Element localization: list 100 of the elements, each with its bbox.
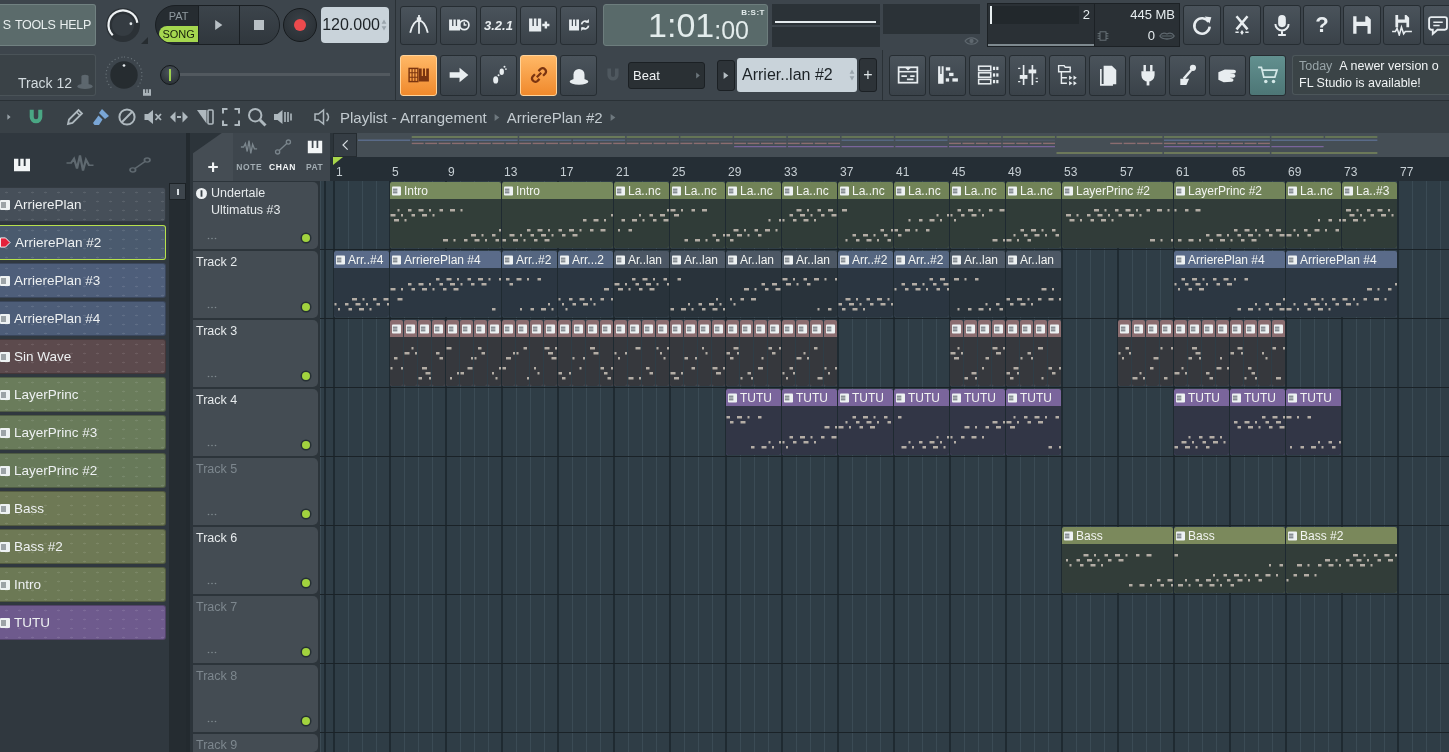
enable-dot-icon[interactable] xyxy=(300,715,312,727)
save-wave-button[interactable] xyxy=(1383,5,1421,45)
pattern-clip[interactable] xyxy=(824,320,837,386)
pattern-clip[interactable]: ArrierePlan #4 xyxy=(1286,251,1397,317)
dots-icon[interactable] xyxy=(207,650,217,654)
pattern-item[interactable]: LayerPrinc #3 xyxy=(0,415,166,450)
pattern-clip[interactable] xyxy=(712,320,725,386)
pattern-clip[interactable] xyxy=(418,320,431,386)
pattern-clip[interactable]: La..nc xyxy=(614,182,669,248)
pattern-clip[interactable] xyxy=(810,320,823,386)
menu-arrow-icon[interactable] xyxy=(5,111,13,123)
save-button[interactable] xyxy=(1343,5,1381,45)
pattern-item[interactable]: ArrierePlan #2 xyxy=(0,225,166,260)
pattern-clip[interactable]: La..nc xyxy=(670,182,725,248)
pattern-clip[interactable]: Bass xyxy=(1174,527,1285,593)
pattern-clip[interactable]: TUTU xyxy=(894,389,949,455)
pattern-clip[interactable] xyxy=(1258,320,1271,386)
mixer-button[interactable] xyxy=(1009,54,1046,96)
filter-button[interactable]: PAT xyxy=(302,138,327,178)
piano-keys-icon[interactable] xyxy=(12,156,32,174)
zoom-icon[interactable] xyxy=(247,107,267,127)
pencil-icon[interactable] xyxy=(65,107,85,127)
pattern-clip[interactable] xyxy=(796,320,809,386)
pattern-clip[interactable] xyxy=(670,320,683,386)
track-header[interactable]: Track 4 xyxy=(193,389,318,456)
pattern-clip[interactable] xyxy=(390,320,403,386)
pattern-clip[interactable]: TUTU xyxy=(1174,389,1229,455)
pattern-clip[interactable] xyxy=(754,320,767,386)
pattern-clip[interactable] xyxy=(698,320,711,386)
footprints-button[interactable] xyxy=(480,54,517,96)
menu-item[interactable]: S xyxy=(2,18,11,32)
pattern-clip[interactable]: La..nc xyxy=(950,182,1005,248)
pattern-item[interactable]: Bass xyxy=(0,491,166,526)
no-entry-icon[interactable] xyxy=(117,107,137,127)
pattern-clip[interactable] xyxy=(1146,320,1159,386)
pattern-item[interactable]: ArrierePlan xyxy=(0,187,166,222)
pattern-clip[interactable] xyxy=(1174,320,1187,386)
pattern-clip[interactable] xyxy=(460,320,473,386)
dots-icon[interactable] xyxy=(207,374,217,378)
pattern-clip[interactable]: La..nc xyxy=(838,182,893,248)
pattern-clip[interactable] xyxy=(1216,320,1229,386)
pattern-clip[interactable]: Intro xyxy=(502,182,613,248)
pattern-clip[interactable] xyxy=(1244,320,1257,386)
pattern-clip[interactable] xyxy=(558,320,571,386)
tempo-field[interactable]: 120.000 xyxy=(321,7,389,43)
keys-clock-button[interactable] xyxy=(440,5,477,45)
pattern-clip[interactable] xyxy=(1132,320,1145,386)
pattern-clip[interactable] xyxy=(446,320,459,386)
scroll-button[interactable] xyxy=(169,183,186,200)
pattern-clip[interactable] xyxy=(642,320,655,386)
enable-dot-icon[interactable] xyxy=(300,370,312,382)
filter-button[interactable]: NOTE xyxy=(236,138,263,178)
microphone-button[interactable] xyxy=(1263,5,1301,45)
pattern-item[interactable]: Intro xyxy=(0,567,166,602)
pointing-hand-button[interactable] xyxy=(1209,54,1246,96)
scissors-button[interactable] xyxy=(1223,5,1261,45)
track-header[interactable]: Track 3 xyxy=(193,320,318,387)
countdown-button[interactable]: 3.2.1 xyxy=(480,5,517,45)
pattern-clip[interactable]: Arr..#2 xyxy=(838,251,893,317)
pattern-clip[interactable] xyxy=(502,320,515,386)
enable-dot-icon[interactable] xyxy=(300,301,312,313)
pattern-clip[interactable]: LayerPrinc #2 xyxy=(1174,182,1285,248)
pattern-clip[interactable]: Bass xyxy=(1062,527,1173,593)
pattern-clip[interactable]: Arr..#2 xyxy=(502,251,557,317)
mode-button[interactable]: SONG xyxy=(159,25,199,42)
pattern-clip[interactable]: La..nc xyxy=(726,182,781,248)
pattern-clip[interactable]: ArrierePlan #4 xyxy=(390,251,501,317)
pattern-clip[interactable] xyxy=(978,320,991,386)
refresh-button[interactable] xyxy=(1183,5,1221,45)
enable-dot-icon[interactable] xyxy=(300,232,312,244)
pattern-clip[interactable]: Arr..#2 xyxy=(894,251,949,317)
scroll-left-button[interactable] xyxy=(333,133,357,157)
dots-icon[interactable] xyxy=(207,512,217,516)
play-button[interactable] xyxy=(198,6,239,44)
chain-link-button[interactable] xyxy=(520,54,557,96)
record-button[interactable] xyxy=(283,8,317,42)
pattern-selector[interactable]: Arrier..lan #2 xyxy=(737,58,857,92)
enable-dot-icon[interactable] xyxy=(300,577,312,589)
pattern-clip[interactable] xyxy=(628,320,641,386)
pattern-item[interactable]: LayerPrinc xyxy=(0,377,166,412)
pattern-clip[interactable]: La..nc xyxy=(1006,182,1061,248)
plug-button[interactable] xyxy=(1129,54,1166,96)
pattern-clip[interactable] xyxy=(432,320,445,386)
enable-dot-icon[interactable] xyxy=(300,439,312,451)
stand-button[interactable] xyxy=(1169,54,1206,96)
speaker-bars-icon[interactable] xyxy=(273,107,293,127)
pattern-clip[interactable] xyxy=(726,320,739,386)
add-pattern-button[interactable]: + xyxy=(859,58,877,92)
pattern-item[interactable]: Sin Wave xyxy=(0,339,166,374)
pattern-clip[interactable] xyxy=(1202,320,1215,386)
breadcrumb-item[interactable]: ArrierePlan #2 xyxy=(506,108,603,126)
piano-roll-button[interactable] xyxy=(929,54,966,96)
mute-speaker-icon[interactable] xyxy=(143,107,163,127)
mode-button[interactable]: PAT xyxy=(159,8,199,25)
timeline-ruler[interactable]: 1 5 9 13 17 21 25 29 33 37 41 45 49 53 57 61 65 69 73 77 xyxy=(330,157,1449,181)
pattern-clip[interactable]: Intro xyxy=(390,182,501,248)
channel-rack-button[interactable] xyxy=(969,54,1006,96)
pattern-clip[interactable] xyxy=(530,320,543,386)
pattern-clip[interactable] xyxy=(684,320,697,386)
playlist-window-button[interactable] xyxy=(889,54,926,96)
